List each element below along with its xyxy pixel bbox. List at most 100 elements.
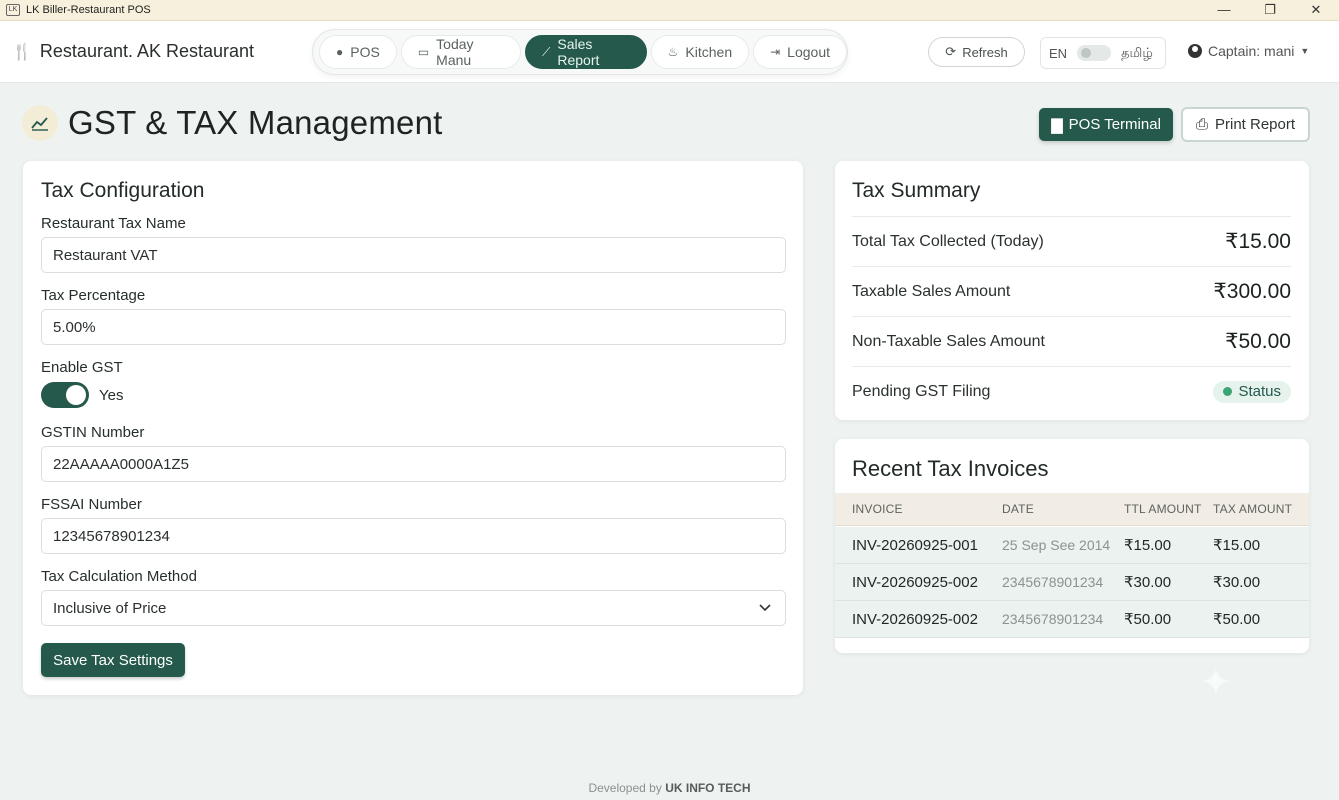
column-header: DATE	[1002, 502, 1034, 516]
nav-logout[interactable]: ⇥ Logout	[753, 35, 847, 69]
summary-row: Taxable Sales Amount ₹300.00	[852, 266, 1291, 316]
tax-summary-card: Tax Summary Total Tax Collected (Today) …	[835, 161, 1309, 420]
printer-icon: ⎙	[1195, 116, 1208, 133]
refresh-button[interactable]: ⟳ Refresh	[928, 37, 1025, 67]
user-menu[interactable]: Captain: mani ▼	[1188, 43, 1309, 59]
page-header: GST & TAX Management	[22, 104, 443, 142]
nav-sales-report[interactable]: ⟋ Sales Report	[524, 35, 647, 69]
recent-invoices-title: Recent Tax Invoices	[852, 456, 1049, 481]
nav-kitchen[interactable]: ♨ Kitchen	[650, 35, 750, 69]
invoice-id: INV-20260925-001	[852, 537, 978, 554]
invoice-tax: ₹50.00	[1213, 611, 1261, 628]
invoice-date: 25 Sep See 2014	[1002, 537, 1111, 553]
recent-invoices-card: Recent Tax Invoices INVOICE DATE TTL AMO…	[835, 439, 1309, 653]
gst-switch[interactable]	[41, 382, 89, 408]
footer-company: UK INFO TECH	[665, 781, 751, 795]
table-row[interactable]: INV-20260925-001 25 Sep See 2014 ₹15.00 …	[835, 527, 1309, 564]
restore-icon[interactable]: ❐	[1247, 0, 1293, 21]
table-row[interactable]: INV-20260925-002 2345678901234 ₹30.00 ₹3…	[835, 564, 1309, 601]
enable-gst-label: Enable GST	[41, 359, 123, 376]
status-label: Status	[1238, 383, 1281, 400]
column-header: INVOICE	[852, 502, 903, 516]
chart-icon	[22, 105, 58, 141]
invoice-id: INV-20260925-002	[852, 574, 978, 591]
summary-value: ₹15.00	[1225, 230, 1291, 253]
page-title: GST & TAX Management	[68, 104, 443, 141]
summary-row: Total Tax Collected (Today) ₹15.00	[852, 216, 1291, 266]
save-tax-settings-button[interactable]: Save Tax Settings	[41, 643, 185, 677]
nav-pos-label: POS	[350, 44, 380, 60]
refresh-label: Refresh	[962, 44, 1008, 60]
tax-percentage-input[interactable]: 5.00%	[41, 309, 786, 345]
tax-configuration-card: Tax Configuration Restaurant Tax Name Re…	[23, 161, 803, 695]
enable-gst-toggle[interactable]: Yes	[41, 382, 123, 408]
summary-row: Non-Taxable Sales Amount ₹50.00	[852, 316, 1291, 366]
nav-kitchen-label: Kitchen	[685, 44, 733, 60]
menu-card-icon: ▭	[417, 45, 430, 59]
minimize-icon[interactable]: —	[1201, 0, 1247, 21]
chevron-down-icon	[759, 601, 771, 615]
brand-name: Restaurant. AK Restaurant	[39, 41, 255, 61]
window-controls: — ❐ ✕	[1201, 0, 1339, 21]
language-toggle[interactable]: EN தமிழ்	[1040, 37, 1166, 69]
invoice-date: 2345678901234	[1002, 611, 1104, 627]
gstin-input[interactable]: 22AAAAA0000A1Z5	[41, 446, 786, 482]
tax-name-input[interactable]: Restaurant VAT	[41, 237, 786, 273]
invoice-tax: ₹30.00	[1213, 574, 1261, 591]
tax-method-value: Inclusive of Price	[53, 599, 167, 617]
invoice-id: INV-20260925-002	[852, 611, 978, 628]
language-switch[interactable]	[1077, 45, 1112, 61]
restaurant-icon: 🍴	[12, 43, 32, 61]
logout-icon: ⇥	[770, 45, 781, 59]
lang-alt-label: தமிழ்	[1121, 44, 1153, 60]
sparkle-icon: ✦	[1200, 662, 1232, 704]
summary-row-pending: Pending GST Filing Status	[852, 366, 1291, 416]
flame-icon: ♨	[667, 45, 679, 59]
summary-value: ₹50.00	[1225, 330, 1291, 353]
tax-percentage-label: Tax Percentage	[41, 287, 146, 304]
tax-configuration-title: Tax Configuration	[41, 179, 205, 202]
lang-en-label: EN	[1049, 45, 1068, 61]
nav-pos[interactable]: ● POS	[319, 35, 397, 69]
brand: 🍴 Restaurant. AK Restaurant	[12, 41, 254, 62]
nav-sales-report-label: Sales Report	[557, 36, 600, 68]
column-header: TTL AMOUNT	[1124, 502, 1202, 516]
fssai-label: FSSAI Number	[41, 496, 142, 513]
close-icon[interactable]: ✕	[1293, 0, 1339, 21]
summary-value: ₹300.00	[1213, 280, 1291, 303]
refresh-icon: ⟳	[945, 44, 957, 59]
gst-value: Yes	[99, 386, 124, 404]
invoice-date: 2345678901234	[1002, 574, 1104, 590]
pos-terminal-label: POS Terminal	[1068, 116, 1161, 133]
window-title: LK Biller-Restaurant POS	[26, 4, 151, 16]
table-row[interactable]: INV-20260925-002 2345678901234 ₹50.00 ₹5…	[835, 601, 1309, 638]
gstin-label: GSTIN Number	[41, 424, 145, 441]
pos-terminal-button[interactable]: ▇ POS Terminal	[1039, 108, 1173, 141]
table-header: INVOICE DATE TTL AMOUNT TAX AMOUNT	[835, 493, 1309, 526]
nav-today-menu[interactable]: ▭ Today Manu	[400, 35, 521, 69]
chart-icon: ⟋	[541, 44, 551, 59]
nav-today-menu-label: Today Manu	[436, 36, 474, 68]
tax-summary-title: Tax Summary	[852, 179, 981, 202]
main-nav: ● POS ▭ Today Manu ⟋ Sales Report ♨ Kitc…	[312, 29, 848, 75]
app-icon: LK	[6, 4, 20, 16]
invoice-tax: ₹15.00	[1213, 537, 1261, 554]
invoice-total: ₹15.00	[1124, 537, 1172, 554]
invoice-total: ₹30.00	[1124, 574, 1172, 591]
pending-gst-label: Pending GST Filing	[852, 382, 991, 400]
summary-label: Total Tax Collected (Today)	[852, 232, 1044, 250]
print-report-label: Print Report	[1214, 116, 1296, 133]
print-report-button[interactable]: ⎙ Print Report	[1181, 107, 1310, 142]
tax-method-select[interactable]: Inclusive of Price	[41, 590, 786, 626]
window-titlebar: LK LK Biller-Restaurant POS — ❐ ✕	[0, 0, 1339, 21]
summary-label: Non-Taxable Sales Amount	[852, 332, 1045, 350]
summary-label: Taxable Sales Amount	[852, 282, 1011, 300]
user-icon	[1188, 44, 1202, 58]
footer: Developed by UK INFO TECH	[0, 781, 1339, 795]
fssai-input[interactable]: 12345678901234	[41, 518, 786, 554]
tax-name-label: Restaurant Tax Name	[41, 215, 186, 232]
status-badge: Status	[1213, 380, 1291, 403]
bag-icon: ●	[336, 45, 344, 59]
invoice-total: ₹50.00	[1124, 611, 1172, 628]
user-label: Captain: mani	[1208, 43, 1295, 59]
